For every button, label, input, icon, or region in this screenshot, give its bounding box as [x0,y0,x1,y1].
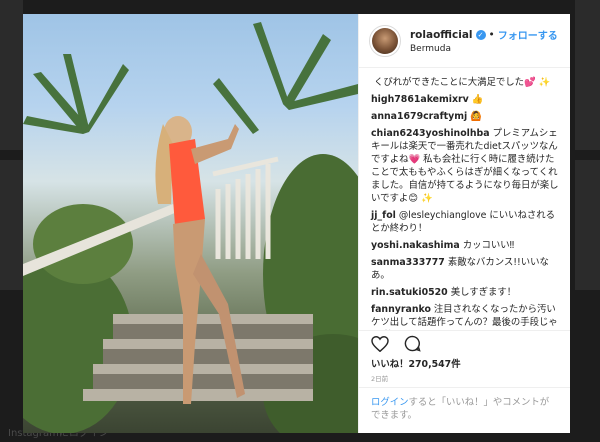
comment-text: @lesleychianglove にいいねされるとか終わり！ [371,210,556,234]
follow-button[interactable]: フォローする [498,27,558,42]
comment-text: くびれができたことに大満足でした💕 ✨ [374,77,551,88]
comment-item: rin.satuki0520 美しすぎます！ [371,286,560,299]
header-text: rolaofficial ✓ • フォローする Bermuda [410,27,558,55]
heart-icon[interactable] [369,333,391,355]
comment-user[interactable]: chian6243yoshinolhba [371,128,490,139]
speech-bubble-icon[interactable] [401,333,423,355]
location-link[interactable]: Bermuda [410,44,558,54]
background-thumbnail [0,0,23,150]
post-modal: rolaofficial ✓ • フォローする Bermuda くびれができたこ… [23,14,570,433]
background-thumbnail [575,0,600,150]
separator-dot: • [488,28,495,41]
action-bar [359,330,570,356]
likes-count[interactable]: いいね！270,547件 [359,356,570,370]
verified-badge-icon: ✓ [475,29,486,40]
header-top-row: rolaofficial ✓ • フォローする [410,27,558,43]
comment-text: カッコいい‼ [462,240,515,251]
login-link[interactable]: ログイン [371,397,409,408]
photo-illustration [23,22,358,433]
post-photo[interactable] [23,14,358,433]
login-prompt: ログインすると「いいね！」やコメントができます。 [359,387,570,433]
comment-item: jj_fol @lesleychianglove にいいねされるとか終わり！ [371,209,560,235]
comment-item: high7861akemixrv 👍 [371,93,560,106]
avatar-image [372,27,398,54]
background-thumbnail [575,160,600,290]
comment-text: プレミアムシェキールは楽天で一番売れたdietスパッツなんですよね💗 私も会社に… [371,128,559,204]
comment-text: 👍 [471,94,484,105]
comment-item: sanma333777 素敵なバカンス!!いいなあ。 [371,256,560,282]
comment-user[interactable]: fannyranko [371,304,431,315]
comment-user[interactable]: anna1679craftymj [371,111,467,122]
username-link[interactable]: rolaofficial [410,29,473,41]
comment-text: 🙆 [470,111,482,122]
post-timestamp: 2日前 [371,375,389,383]
comment-item: chian6243yoshinolhba プレミアムシェキールは楽天で一番売れたd… [371,127,560,205]
comment-item: anna1679craftymj 🙆 [371,110,560,123]
comment-user[interactable]: sanma333777 [371,257,445,268]
comment-item: yoshi.nakashima カッコいい‼ [371,239,560,252]
comment-user[interactable]: jj_fol [371,210,396,221]
comment-user[interactable]: rin.satuki0520 [371,287,448,298]
comment-user[interactable]: yoshi.nakashima [371,240,460,251]
comments-list: くびれができたことに大満足でした💕 ✨ high7861akemixrv 👍 an… [359,68,570,330]
post-info-panel: rolaofficial ✓ • フォローする Bermuda くびれができたこ… [358,14,570,433]
caption: くびれができたことに大満足でした💕 ✨ [371,76,560,89]
avatar[interactable] [369,24,401,57]
background-thumbnail [0,160,23,290]
comment-user[interactable]: high7861akemixrv [371,94,469,105]
comment-text: 美しすぎます！ [450,287,517,298]
post-header: rolaofficial ✓ • フォローする Bermuda [359,14,570,68]
comment-item: fannyranko 注目されなくなったから汚いケツ出して話題作ってんの？最後の手… [371,303,560,330]
